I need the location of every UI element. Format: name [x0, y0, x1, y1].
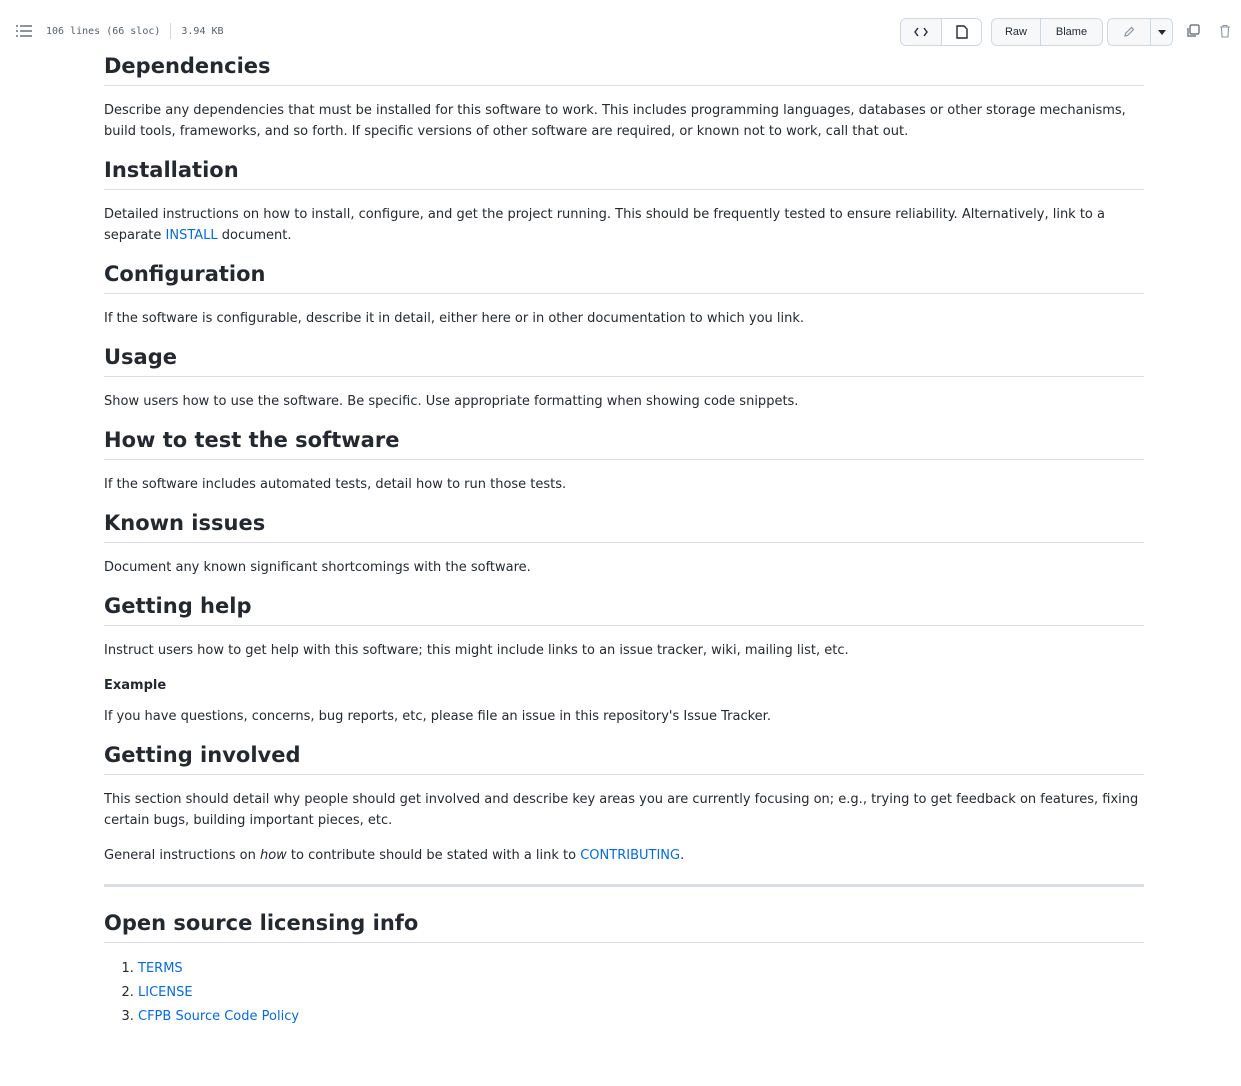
trash-icon[interactable] [1216, 22, 1234, 40]
edit-options-dropdown[interactable] [1150, 19, 1172, 45]
heading-testing: How to test the software [104, 426, 1144, 460]
preview-view-button[interactable] [941, 19, 981, 45]
heading-configuration: Configuration [104, 260, 1144, 294]
contribute-text-middle: to contribute should be stated with a li… [286, 848, 581, 863]
code-view-button[interactable] [901, 19, 941, 45]
configuration-text: If the software is configurable, describ… [104, 311, 805, 326]
license-link[interactable]: LICENSE [138, 985, 193, 1000]
file-info: 106 lines (66 sloc) 3.94 KB [16, 22, 224, 40]
terms-link[interactable]: TERMS [138, 961, 183, 976]
testing-text: If the software includes automated tests… [104, 477, 567, 492]
list-item: CFPB Source Code Policy [138, 1005, 1144, 1029]
contribute-emphasis: how [259, 848, 287, 863]
pencil-icon [1123, 26, 1135, 38]
installation-text-end: document. [217, 228, 292, 243]
known-issues-text: Document any known significant shortcomi… [104, 560, 531, 575]
readme-content: Dependencies Describe any dependencies t… [104, 52, 1144, 1029]
getting-involved-text: This section should detail why people sh… [104, 792, 1139, 828]
file-line-count: 106 lines (66 sloc) [46, 25, 161, 37]
heading-getting-involved: Getting involved [104, 741, 1144, 775]
heading-installation: Installation [104, 156, 1144, 190]
install-link[interactable]: INSTALL [166, 228, 218, 243]
copy-icon[interactable] [1184, 22, 1202, 40]
heading-getting-help: Getting help [104, 592, 1144, 626]
heading-known-issues: Known issues [104, 509, 1144, 543]
file-icon [955, 25, 968, 39]
edit-group [1107, 18, 1173, 46]
section-divider [104, 884, 1144, 887]
code-icon [914, 27, 928, 37]
raw-blame-group: Raw Blame [991, 18, 1103, 46]
licensing-list: TERMS LICENSE CFPB Source Code Policy [104, 957, 1144, 1029]
example-heading: Example [104, 678, 167, 693]
installation-text: Detailed instructions on how to install,… [104, 204, 1144, 246]
list-item: TERMS [138, 957, 1144, 981]
contribute-text-end: . [680, 848, 685, 863]
source-code-policy-link[interactable]: CFPB Source Code Policy [138, 1009, 299, 1024]
heading-dependencies: Dependencies [104, 52, 1144, 86]
contributing-link[interactable]: CONTRIBUTING [580, 848, 680, 863]
list-item: LICENSE [138, 981, 1144, 1005]
file-size: 3.94 KB [181, 25, 224, 37]
heading-usage: Usage [104, 343, 1144, 377]
example-text: If you have questions, concerns, bug rep… [104, 709, 771, 724]
outline-list-icon[interactable] [16, 24, 32, 38]
heading-licensing: Open source licensing info [104, 909, 1144, 943]
contribute-text: General instructions on how to contribut… [104, 845, 1144, 866]
divider [170, 23, 172, 39]
blame-button[interactable]: Blame [1040, 19, 1102, 45]
dependencies-text: Describe any dependencies that must be i… [104, 103, 1126, 139]
raw-button[interactable]: Raw [992, 19, 1040, 45]
usage-text: Show users how to use the software. Be s… [104, 394, 799, 409]
edit-file-button[interactable] [1108, 19, 1150, 45]
caret-down-icon [1157, 29, 1166, 35]
file-header-toolbar: 106 lines (66 sloc) 3.94 KB Raw Blame [0, 0, 1241, 54]
contribute-text-start: General instructions on [104, 848, 260, 863]
view-mode-toggle [900, 18, 982, 46]
getting-help-text: Instruct users how to get help with this… [104, 643, 849, 658]
